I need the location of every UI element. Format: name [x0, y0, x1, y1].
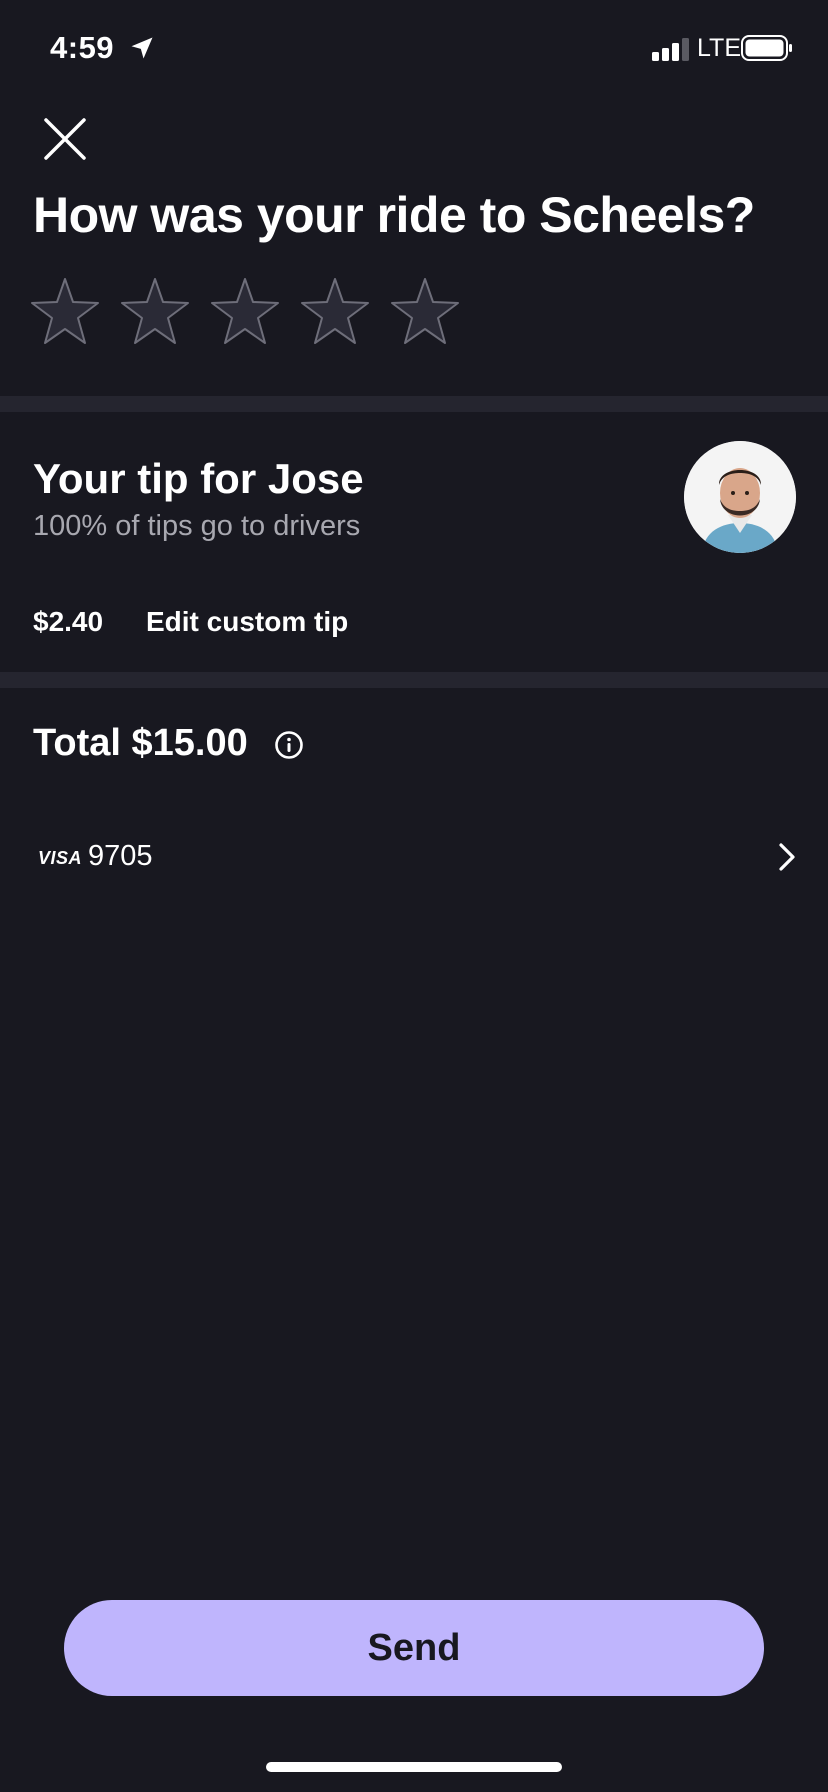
star-rating: [30, 276, 460, 352]
chevron-right-icon: [779, 843, 795, 871]
card-last4: 9705: [88, 840, 153, 872]
star-5-icon[interactable]: [390, 276, 460, 348]
tip-subtitle: 100% of tips go to drivers: [33, 510, 361, 542]
status-bar: 4:59 LTE: [0, 0, 828, 100]
close-icon: [44, 118, 86, 160]
star-2-icon[interactable]: [120, 276, 190, 348]
page-title: How was your ride to Scheels?: [33, 187, 755, 243]
send-button[interactable]: Send: [64, 1600, 764, 1696]
info-icon[interactable]: [274, 730, 304, 760]
network-label: LTE: [697, 34, 741, 62]
visa-logo: VISA: [38, 848, 83, 868]
edit-custom-tip-button[interactable]: Edit custom tip: [146, 606, 348, 638]
ride-rating-screen: 4:59 LTE How was your ride to Scheels? Y…: [0, 0, 828, 1792]
section-divider: [0, 396, 828, 412]
driver-photo: [684, 441, 796, 553]
home-indicator: [266, 1762, 562, 1772]
total-label: Total $15.00: [33, 722, 248, 764]
battery-icon: [741, 35, 792, 61]
payment-method-row[interactable]: VISA 9705: [0, 820, 828, 896]
section-divider: [0, 672, 828, 688]
status-time: 4:59: [50, 30, 115, 65]
location-arrow-icon: [131, 37, 153, 59]
tip-amount-option[interactable]: $2.40: [33, 606, 103, 638]
star-3-icon[interactable]: [210, 276, 280, 348]
signal-icon: [652, 38, 689, 61]
star-4-icon[interactable]: [300, 276, 370, 348]
close-button[interactable]: [38, 112, 92, 166]
driver-avatar: [684, 441, 796, 553]
tip-title: Your tip for Jose: [33, 455, 364, 502]
star-1-icon[interactable]: [30, 276, 100, 348]
